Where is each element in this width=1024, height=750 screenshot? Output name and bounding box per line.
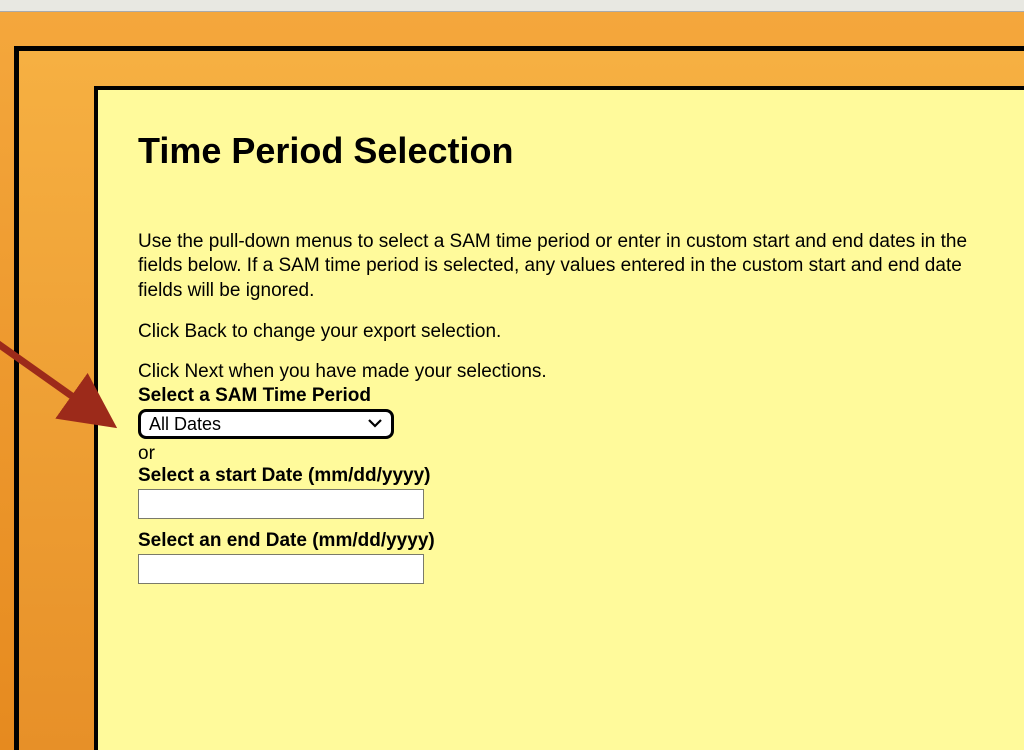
- instructions-back: Click Back to change your export selecti…: [138, 321, 989, 343]
- or-text: or: [138, 443, 989, 465]
- content-panel: Time Period Selection Use the pull-down …: [94, 86, 1024, 750]
- browser-chrome-bar: [0, 0, 1024, 12]
- page-title: Time Period Selection: [138, 130, 989, 172]
- instructions-next: Click Next when you have made your selec…: [138, 361, 989, 383]
- end-date-label: Select an end Date (mm/dd/yyyy): [138, 530, 989, 552]
- start-date-label: Select a start Date (mm/dd/yyyy): [138, 465, 989, 487]
- outer-background: Time Period Selection Use the pull-down …: [0, 12, 1024, 750]
- instructions-primary: Use the pull-down menus to select a SAM …: [138, 230, 968, 303]
- sam-period-select-wrap: All Dates: [138, 409, 394, 439]
- sam-period-select[interactable]: All Dates: [138, 409, 394, 439]
- sam-period-label: Select a SAM Time Period: [138, 385, 989, 407]
- start-date-input[interactable]: [138, 489, 424, 519]
- inner-frame: Time Period Selection Use the pull-down …: [14, 46, 1024, 750]
- end-date-input[interactable]: [138, 554, 424, 584]
